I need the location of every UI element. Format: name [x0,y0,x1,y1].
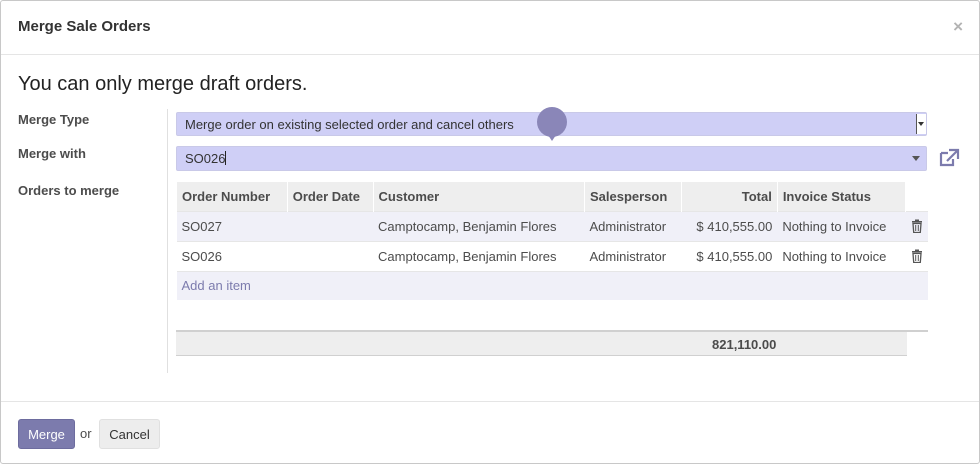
delete-cell [905,240,928,271]
cell-customer: Camptocamp, Benjamin Flores [373,240,585,271]
cancel-button[interactable]: Cancel [99,419,160,449]
trash-icon[interactable] [911,249,923,263]
table-header-row: Order Number Order Date Customer Salespe… [176,182,928,211]
add-item-row: Add an item [176,270,928,300]
dialog-title: Merge Sale Orders [18,18,151,35]
cell-salesperson: Administrator [584,210,682,241]
cell-total: $ 410,555.00 [681,210,778,241]
column-total[interactable]: Total [680,182,778,211]
merge-button[interactable]: Merge [18,419,75,449]
merge-type-value: Merge order on existing selected order a… [185,117,514,132]
totals-row: 821,110.00 [176,330,928,357]
cell-total: $ 410,555.00 [681,240,778,271]
text-cursor [225,151,227,165]
orders-table: Order Number Order Date Customer Salespe… [176,182,928,300]
column-order-number[interactable]: Order Number [176,182,288,211]
column-actions [905,182,928,211]
add-item-link[interactable]: Add an item [182,278,251,293]
cell-customer: Camptocamp, Benjamin Flores [373,210,585,241]
grand-total: 821,110.00 [712,337,777,352]
cell-invoice-status: Nothing to Invoice [777,240,906,271]
cell-order-date [287,240,374,271]
cell-salesperson: Administrator [584,240,682,271]
trash-icon[interactable] [911,219,923,233]
orders-to-merge-label: Orders to merge [18,183,120,198]
column-customer[interactable]: Customer [372,182,585,211]
totals-spacer [907,332,928,357]
cell-order-date [287,210,374,241]
map-pin-tip [546,132,558,141]
dropdown-arrow-icon[interactable] [912,156,920,161]
dialog-footer: Merge or Cancel [1,401,979,463]
delete-cell [905,210,928,241]
table-row[interactable]: SO026 Camptocamp, Benjamin Flores Admini… [176,240,928,271]
table-row[interactable]: SO027 Camptocamp, Benjamin Flores Admini… [176,210,928,241]
cell-order-number: SO027 [176,210,288,241]
cell-invoice-status: Nothing to Invoice [777,210,906,241]
merge-with-label: Merge with [18,146,86,161]
column-invoice-status[interactable]: Invoice Status [776,182,906,211]
merge-with-input[interactable]: SO026 [176,146,927,171]
merge-dialog: Merge Sale Orders × You can only merge d… [0,0,980,464]
or-text: or [80,426,92,441]
close-icon[interactable]: × [953,17,963,37]
merge-with-value: SO026 [185,151,226,166]
cell-order-number: SO026 [176,240,288,271]
warning-message: You can only merge draft orders. [18,73,308,95]
form-divider [167,109,168,373]
column-salesperson[interactable]: Salesperson [583,182,682,211]
dialog-header: Merge Sale Orders × [1,1,979,55]
dropdown-arrow-icon[interactable] [916,114,926,134]
merge-type-label: Merge Type [18,112,90,127]
column-order-date[interactable]: Order Date [286,182,374,211]
external-link-icon[interactable] [938,148,960,168]
